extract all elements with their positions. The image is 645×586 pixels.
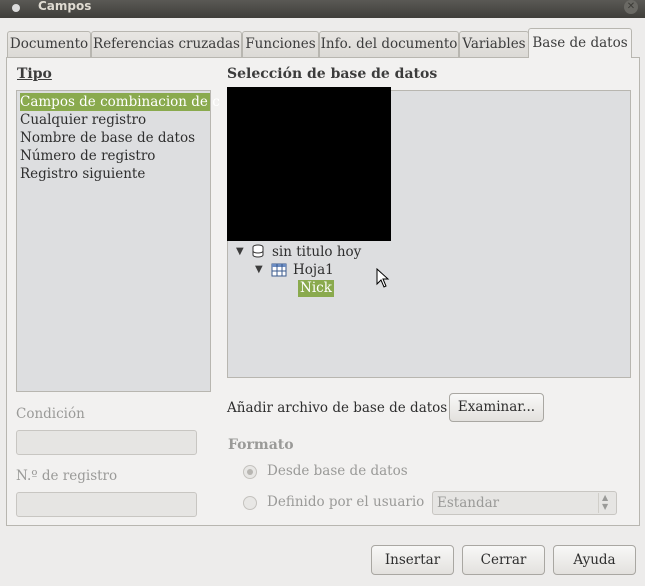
tab-info-documento[interactable]: Info. del documento (319, 31, 459, 57)
desde-base-de-datos-label: Desde base de datos (267, 463, 408, 479)
database-tree[interactable]: ▼ sin titulo hoy ▼ Hoja1 Nick (227, 87, 631, 378)
tab-base-de-datos[interactable]: Base de datos (528, 28, 632, 58)
registro-input[interactable] (16, 492, 197, 517)
list-item[interactable]: Campos de combinacion de c (20, 93, 220, 111)
tree-field-name[interactable]: Nick (298, 280, 334, 297)
seleccion-heading: Selección de base de datos (227, 66, 438, 82)
formato-heading: Formato (228, 437, 294, 453)
expand-arrow-icon[interactable]: ▼ (236, 246, 244, 257)
condicion-label: Condición (16, 406, 85, 422)
table-icon (271, 263, 287, 277)
examinar-button[interactable]: Examinar... (449, 393, 544, 422)
radio-desde-base-de-datos[interactable] (243, 465, 257, 479)
list-item[interactable]: Número de registro (20, 147, 155, 165)
window-menu-icon[interactable] (12, 4, 20, 12)
condicion-input[interactable] (16, 430, 197, 455)
formato-select[interactable]: Estandar ▲ ▼ (432, 491, 617, 515)
tab-variables[interactable]: Variables (459, 31, 529, 57)
radio-definido-por-usuario[interactable] (243, 496, 257, 510)
database-icon (250, 243, 266, 261)
tipo-heading: Tipo (17, 66, 52, 82)
title-bar: Campos ✕ (0, 0, 645, 18)
tipo-listbox[interactable]: Campos de combinacion de c Cualquier reg… (16, 90, 220, 392)
close-icon[interactable]: ✕ (624, 0, 638, 14)
mouse-cursor-icon (376, 267, 390, 292)
registro-label: N.º de registro (16, 468, 118, 484)
cerrar-button[interactable]: Cerrar (462, 545, 545, 575)
tab-documento[interactable]: Documento (7, 31, 91, 57)
window-title: Campos (38, 0, 92, 13)
formato-select-value: Estandar (437, 495, 500, 511)
definido-por-usuario-label: Definido por el usuario (267, 494, 425, 510)
list-item[interactable]: Registro siguiente (20, 165, 145, 183)
tree-database-name[interactable]: sin titulo hoy (272, 244, 361, 260)
tab-referencias-cruzadas[interactable]: Referencias cruzadas (91, 31, 242, 57)
expand-arrow-icon[interactable]: ▼ (255, 264, 263, 275)
redacted-area (227, 87, 391, 241)
list-item[interactable]: Cualquier registro (20, 111, 146, 129)
tab-funciones[interactable]: Funciones (242, 31, 319, 57)
tree-table-name[interactable]: Hoja1 (293, 262, 334, 278)
list-item[interactable]: Nombre de base de datos (20, 129, 195, 147)
spin-arrows-icon: ▲ ▼ (598, 493, 608, 513)
ayuda-button[interactable]: Ayuda (553, 545, 636, 575)
anadir-label: Añadir archivo de base de datos (227, 400, 448, 416)
insertar-button[interactable]: Insertar (371, 545, 454, 575)
